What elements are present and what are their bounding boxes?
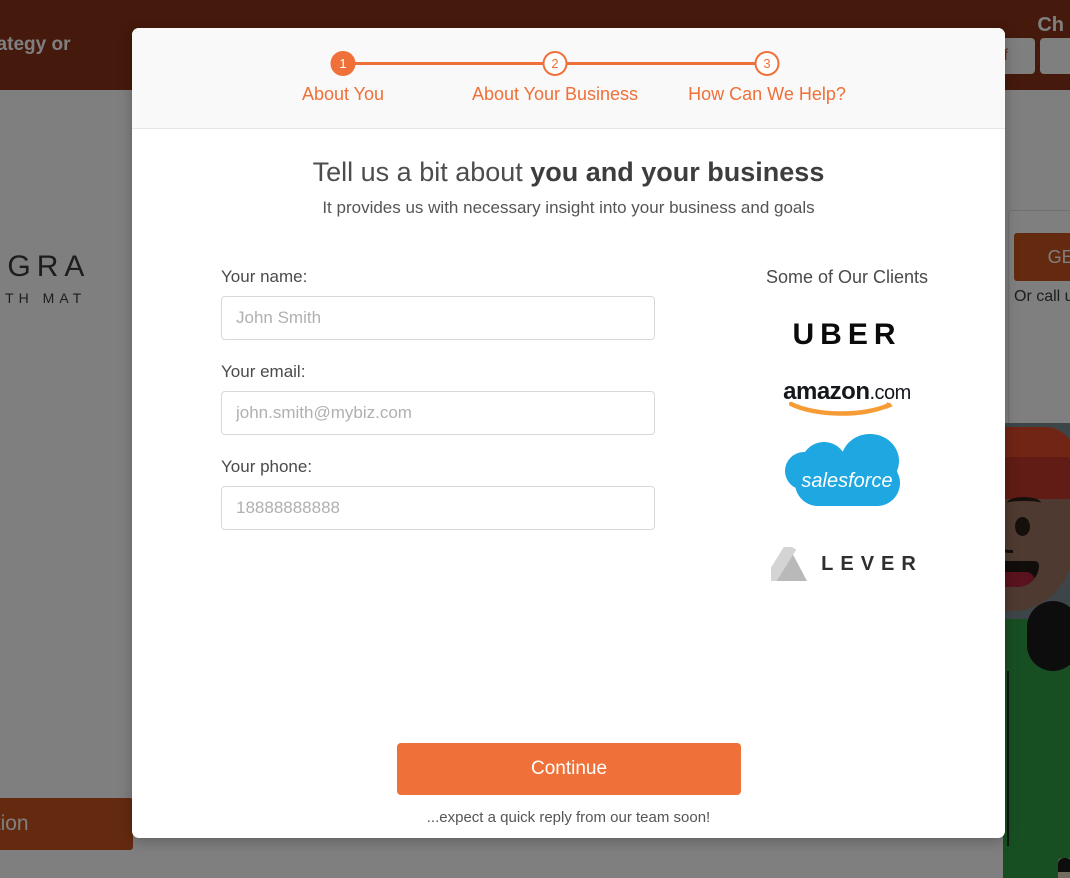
modal-body: Tell us a bit about you and your busines… [132,129,1005,838]
continue-button[interactable]: Continue [397,743,741,795]
field-your-email: Your email: [221,362,655,435]
modal-header: 1 About You 2 About Your Business 3 How … [132,28,1005,129]
modal-subtitle: It provides us with necessary insight in… [322,198,815,217]
client-logo-uber: UBER [722,318,972,352]
page-root: ces, strategy or Ch elf GLE GRA GROWTH M… [0,0,1070,878]
modal-title: Tell us a bit about you and your busines… [132,157,1005,188]
client-logo-amazon: amazon.com [722,378,972,416]
your-email-label: Your email: [221,362,306,381]
client-logo-lever: LEVER [722,547,972,581]
stepper-step-3-number: 3 [754,51,780,76]
amazon-smile-icon [789,401,894,416]
lead-form: Your name: Your email: Your phone: [221,267,655,552]
your-phone-label: Your phone: [221,457,313,476]
stepper-step-1-number: 1 [330,51,356,76]
progress-stepper: 1 About You 2 About Your Business 3 How … [132,28,1005,129]
stepper-step-2-label: About Your Business [471,84,639,104]
lever-logo-text: LEVER [821,552,923,575]
salesforce-logo-text: salesforce [801,470,893,492]
amazon-logo-wrap: amazon.com [783,378,911,416]
your-name-input[interactable] [221,296,655,340]
lead-capture-modal: 1 About You 2 About Your Business 3 How … [132,28,1005,838]
your-email-input[interactable] [221,391,655,435]
stepper-step-3-label: How Can We Help? [688,84,846,104]
field-your-name: Your name: [221,267,655,340]
uber-logo-text: UBER [792,318,902,351]
stepper-step-2-number: 2 [542,51,568,76]
lever-mark-icon [771,547,808,581]
stepper-step-1-label: About You [301,84,385,104]
reply-note-text: ...expect a quick reply from our team so… [426,809,711,826]
client-logo-salesforce: salesforce [722,434,972,521]
clients-section: Some of Our Clients UBER amazon.com sale… [722,267,972,607]
lever-logo-wrap: LEVER [722,547,972,581]
modal-title-strong: you and your business [530,157,825,187]
your-phone-input[interactable] [221,486,655,530]
stepper-connector-2 [566,62,778,65]
clients-section-title: Some of Our Clients [765,267,929,287]
modal-title-prefix: Tell us a bit about [312,157,531,187]
salesforce-logo-wrap: salesforce [784,434,910,516]
field-your-phone: Your phone: [221,457,655,530]
your-name-label: Your name: [221,267,308,286]
stepper-connector-1 [353,62,565,65]
